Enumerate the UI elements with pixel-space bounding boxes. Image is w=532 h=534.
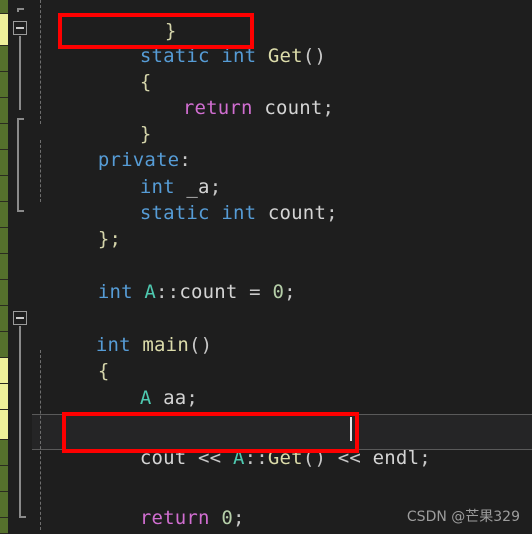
change-marker-unsaved [0, 384, 8, 410]
token-identifier-aa: aa [163, 387, 187, 409]
token-parens: () [302, 447, 327, 469]
code-line-19[interactable]: return 0; [70, 479, 245, 529]
change-marker-saved [0, 150, 8, 176]
token-function-get: Get [267, 447, 303, 469]
fold-guide-line [19, 326, 21, 516]
change-marker-saved [0, 46, 8, 72]
token-keyword-int: int [221, 45, 257, 67]
token-identifier-endl: endl [372, 447, 420, 469]
indent-guide [40, 140, 41, 202]
code-line-9[interactable]: }; [28, 200, 121, 250]
change-marker-unsaved [0, 14, 8, 46]
token-assign: = [237, 281, 273, 303]
token-scope-resolution: :: [156, 281, 180, 303]
token-class-close: }; [97, 228, 122, 250]
fold-toggle-get-icon[interactable] [13, 21, 27, 35]
token-number-zero: 0 [272, 281, 285, 303]
change-marker-saved [0, 228, 8, 254]
token-type-A: A [139, 387, 152, 409]
code-text-surface[interactable]: } static int Get() { return count; } pri… [0, 0, 532, 534]
change-marker-saved [0, 0, 8, 14]
change-marker-saved [0, 306, 8, 332]
fold-elbow-top-icon [17, 8, 24, 12]
csdn-watermark: CSDN @芒果329 [406, 509, 520, 525]
outlining-fold-column[interactable] [8, 0, 32, 534]
token-stream-operator: << [186, 447, 233, 469]
change-marker-saved [0, 72, 8, 98]
change-marker-saved [0, 440, 8, 466]
change-marker-saved [0, 254, 8, 280]
change-marker-unsaved [0, 410, 8, 440]
indent-guide [40, 350, 41, 530]
code-line-1[interactable]: } [95, 0, 176, 42]
token-keyword-static: static [139, 202, 210, 224]
token-keyword-int: int [97, 281, 133, 303]
fold-toggle-main-icon[interactable] [13, 311, 27, 325]
token-semicolon: ; [419, 447, 431, 469]
code-line-15[interactable]: A aa; [70, 359, 198, 409]
change-marker-saved [0, 98, 8, 124]
token-scope-resolution: :: [244, 447, 268, 469]
change-marker-saved [0, 466, 8, 492]
token-function-get: Get [267, 45, 303, 67]
change-marker-saved [0, 124, 8, 150]
token-stream-operator: << [326, 447, 373, 469]
code-line-6[interactable]: private: [28, 121, 191, 171]
code-line-13[interactable]: int main() [26, 306, 212, 356]
fold-guide-line [19, 36, 21, 110]
token-semicolon: ; [232, 507, 245, 529]
text-caret [350, 417, 352, 441]
token-semicolon: ; [322, 97, 335, 119]
token-keyword-int: int [221, 202, 257, 224]
token-identifier-count: count [267, 202, 327, 224]
code-editor-screenshot: } static int Get() { return count; } pri… [0, 0, 532, 534]
code-line-3[interactable]: { [70, 43, 151, 93]
change-marker-saved [0, 492, 8, 518]
code-line-5[interactable]: } [70, 95, 151, 145]
fold-elbow-class-end-icon [17, 196, 24, 212]
token-identifier-count: count [179, 281, 238, 303]
token-function-main: main [142, 334, 189, 356]
token-type-A: A [232, 447, 245, 469]
token-identifier-count: count [264, 97, 323, 119]
indent-guide [40, 0, 41, 124]
change-marker-unsaved [0, 358, 8, 384]
change-marker-saved [0, 202, 8, 228]
token-control-return: return [139, 507, 210, 529]
change-marker-saved [0, 280, 8, 306]
change-bar-gutter [0, 0, 8, 534]
token-parens: () [188, 334, 213, 356]
fold-elbow-main-end-icon [19, 500, 26, 518]
change-marker-saved [0, 332, 8, 358]
code-line-2[interactable]: static int Get() [70, 17, 326, 67]
token-type-A: A [144, 281, 157, 303]
change-marker-saved [0, 176, 8, 202]
token-semicolon: ; [326, 202, 338, 224]
token-parens: () [302, 45, 327, 67]
code-line-17[interactable]: cout << A::Get() << endl; [70, 419, 431, 469]
code-line-8[interactable]: static int count; [70, 174, 338, 224]
token-number-zero: 0 [221, 507, 233, 529]
token-semicolon: ; [284, 281, 296, 303]
code-line-7[interactable]: int _a; [70, 148, 221, 198]
token-semicolon: ; [186, 387, 199, 409]
code-line-4[interactable]: return count; [113, 69, 334, 119]
token-control-return: return [182, 97, 253, 119]
code-line-11[interactable]: int A::count = 0; [28, 253, 296, 303]
change-marker-saved [0, 518, 8, 534]
token-identifier-cout: cout [139, 447, 187, 469]
